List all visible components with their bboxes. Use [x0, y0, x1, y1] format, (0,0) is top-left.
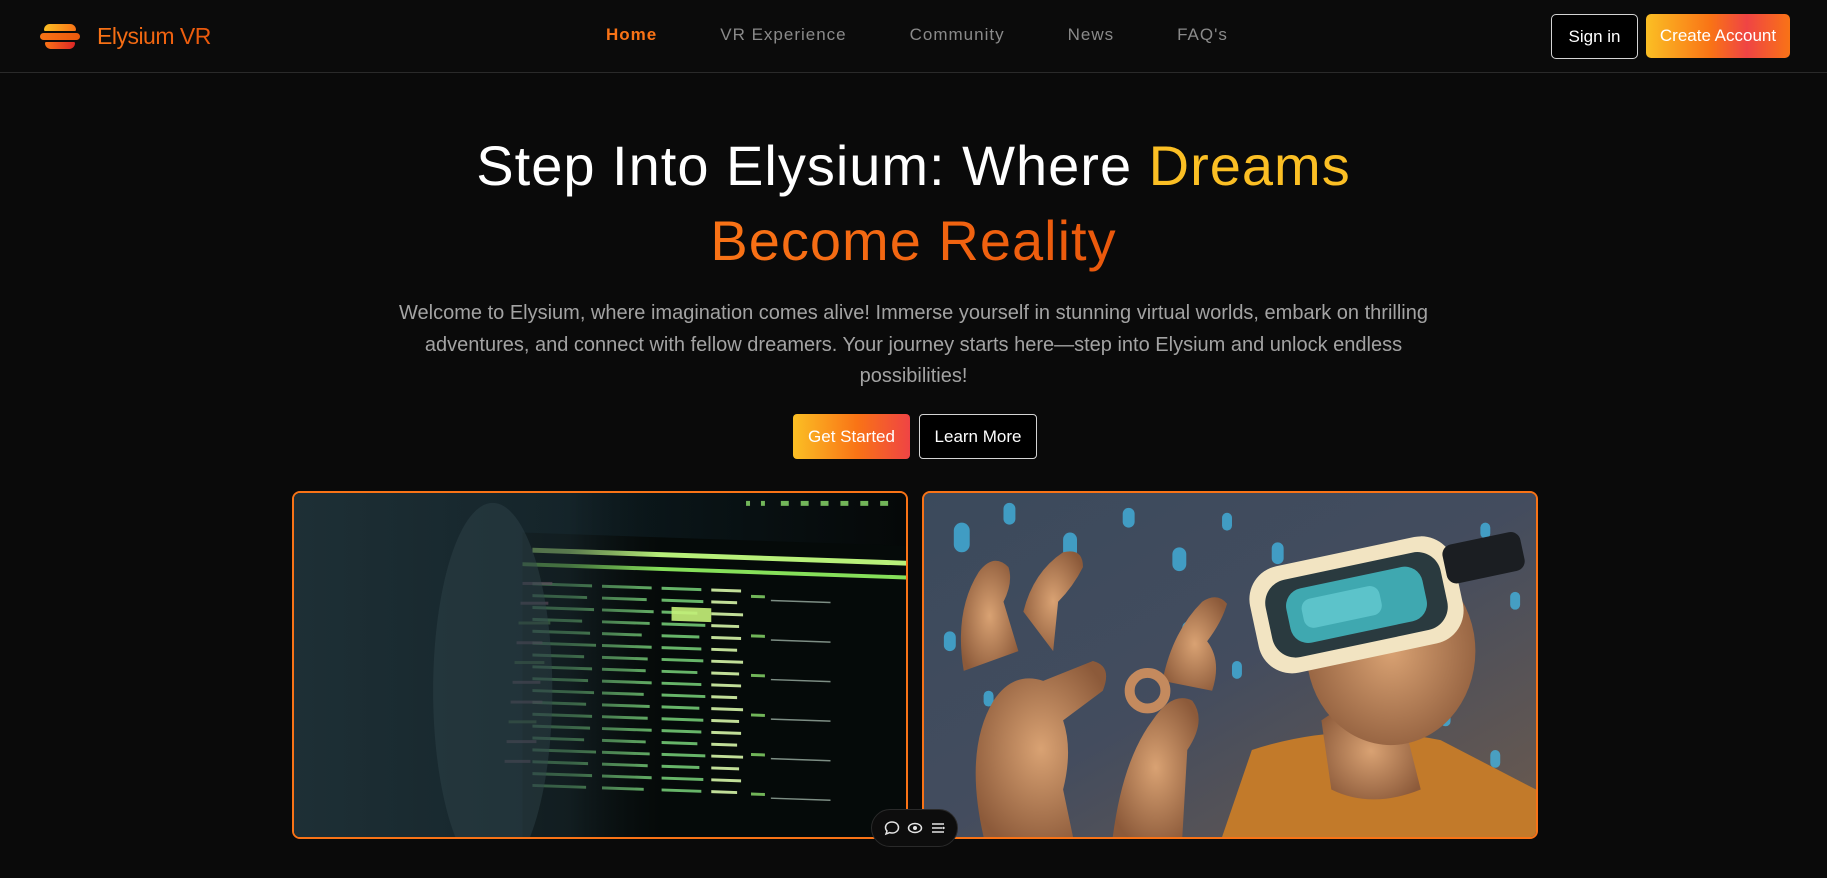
nav-link-home[interactable]: Home — [606, 25, 657, 45]
nav-link-community[interactable]: Community — [910, 25, 1005, 45]
hero-title-dreams: Dreams — [1148, 134, 1351, 197]
chat-icon[interactable] — [883, 819, 901, 837]
menu-icon[interactable] — [929, 819, 947, 837]
floating-toolbar — [871, 809, 958, 847]
get-started-button[interactable]: Get Started — [793, 414, 910, 459]
hero-title-part1: Step Into Elysium: Where — [476, 134, 1149, 197]
hero-title: Step Into Elysium: Where Dreams Become R… — [0, 128, 1827, 278]
hero-description: Welcome to Elysium, where imagination co… — [399, 302, 1428, 387]
navbar: Elysium VR Home VR Experience Community … — [0, 0, 1827, 73]
vr-headset-user-photo — [924, 493, 1536, 837]
terminal-screen-image — [292, 491, 908, 839]
nav-link-news[interactable]: News — [1068, 25, 1115, 45]
brand-name: Elysium VR — [97, 22, 211, 49]
sign-in-button[interactable]: Sign in — [1551, 14, 1638, 59]
brand[interactable]: Elysium VR — [40, 20, 211, 52]
vr-headset-image — [922, 491, 1538, 839]
hero-title-become-reality: Become Reality — [710, 209, 1117, 272]
learn-more-button[interactable]: Learn More — [919, 414, 1037, 459]
create-account-button[interactable]: Create Account — [1646, 14, 1790, 58]
nav-link-faqs[interactable]: FAQ's — [1177, 25, 1228, 45]
cta-row: Get Started Learn More — [793, 414, 1037, 459]
eye-icon[interactable] — [906, 819, 924, 837]
nav-link-vr-experience[interactable]: VR Experience — [720, 25, 846, 45]
terminal-screen-photo — [294, 493, 906, 837]
nav-links: Home VR Experience Community News FAQ's — [606, 25, 1291, 45]
logo-icon — [40, 21, 80, 51]
